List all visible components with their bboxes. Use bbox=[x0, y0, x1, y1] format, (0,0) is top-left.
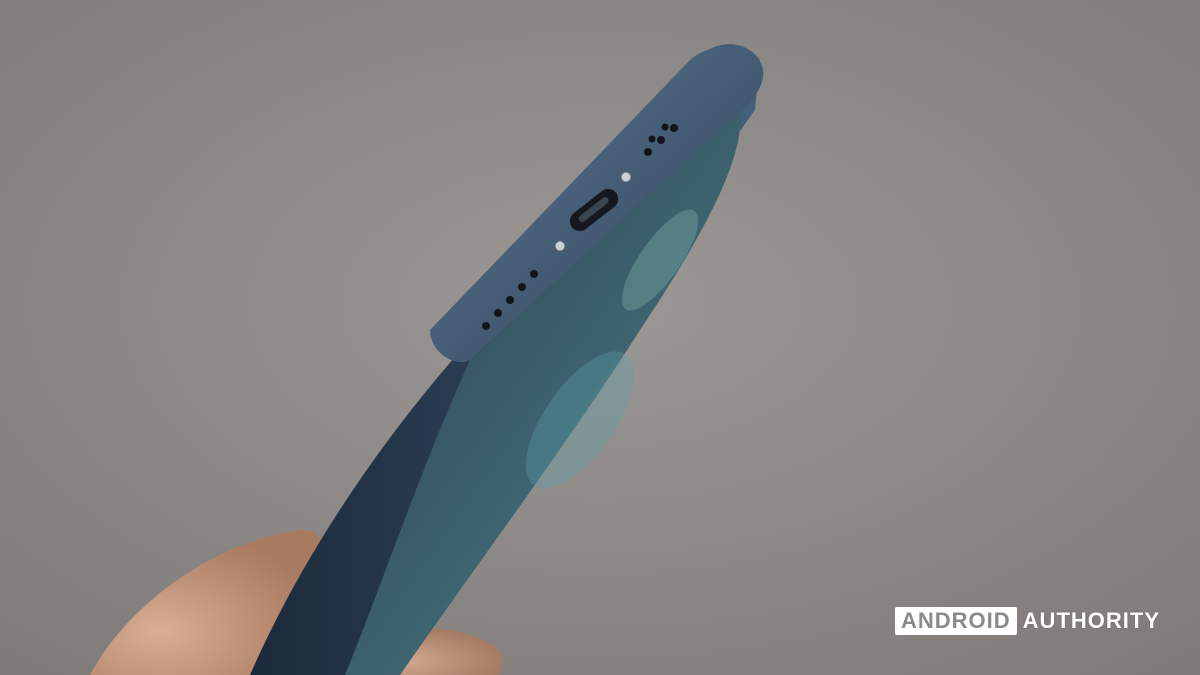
watermark-brand-text: AUTHORITY bbox=[1022, 608, 1160, 633]
watermark-brand-box: ANDROID bbox=[895, 607, 1017, 635]
phone-photo bbox=[0, 0, 1200, 675]
watermark: ANDROID AUTHORITY bbox=[895, 607, 1160, 635]
photo-scene: ANDROID AUTHORITY bbox=[0, 0, 1200, 675]
screw-icon bbox=[554, 240, 566, 252]
screw-icon bbox=[620, 171, 632, 183]
